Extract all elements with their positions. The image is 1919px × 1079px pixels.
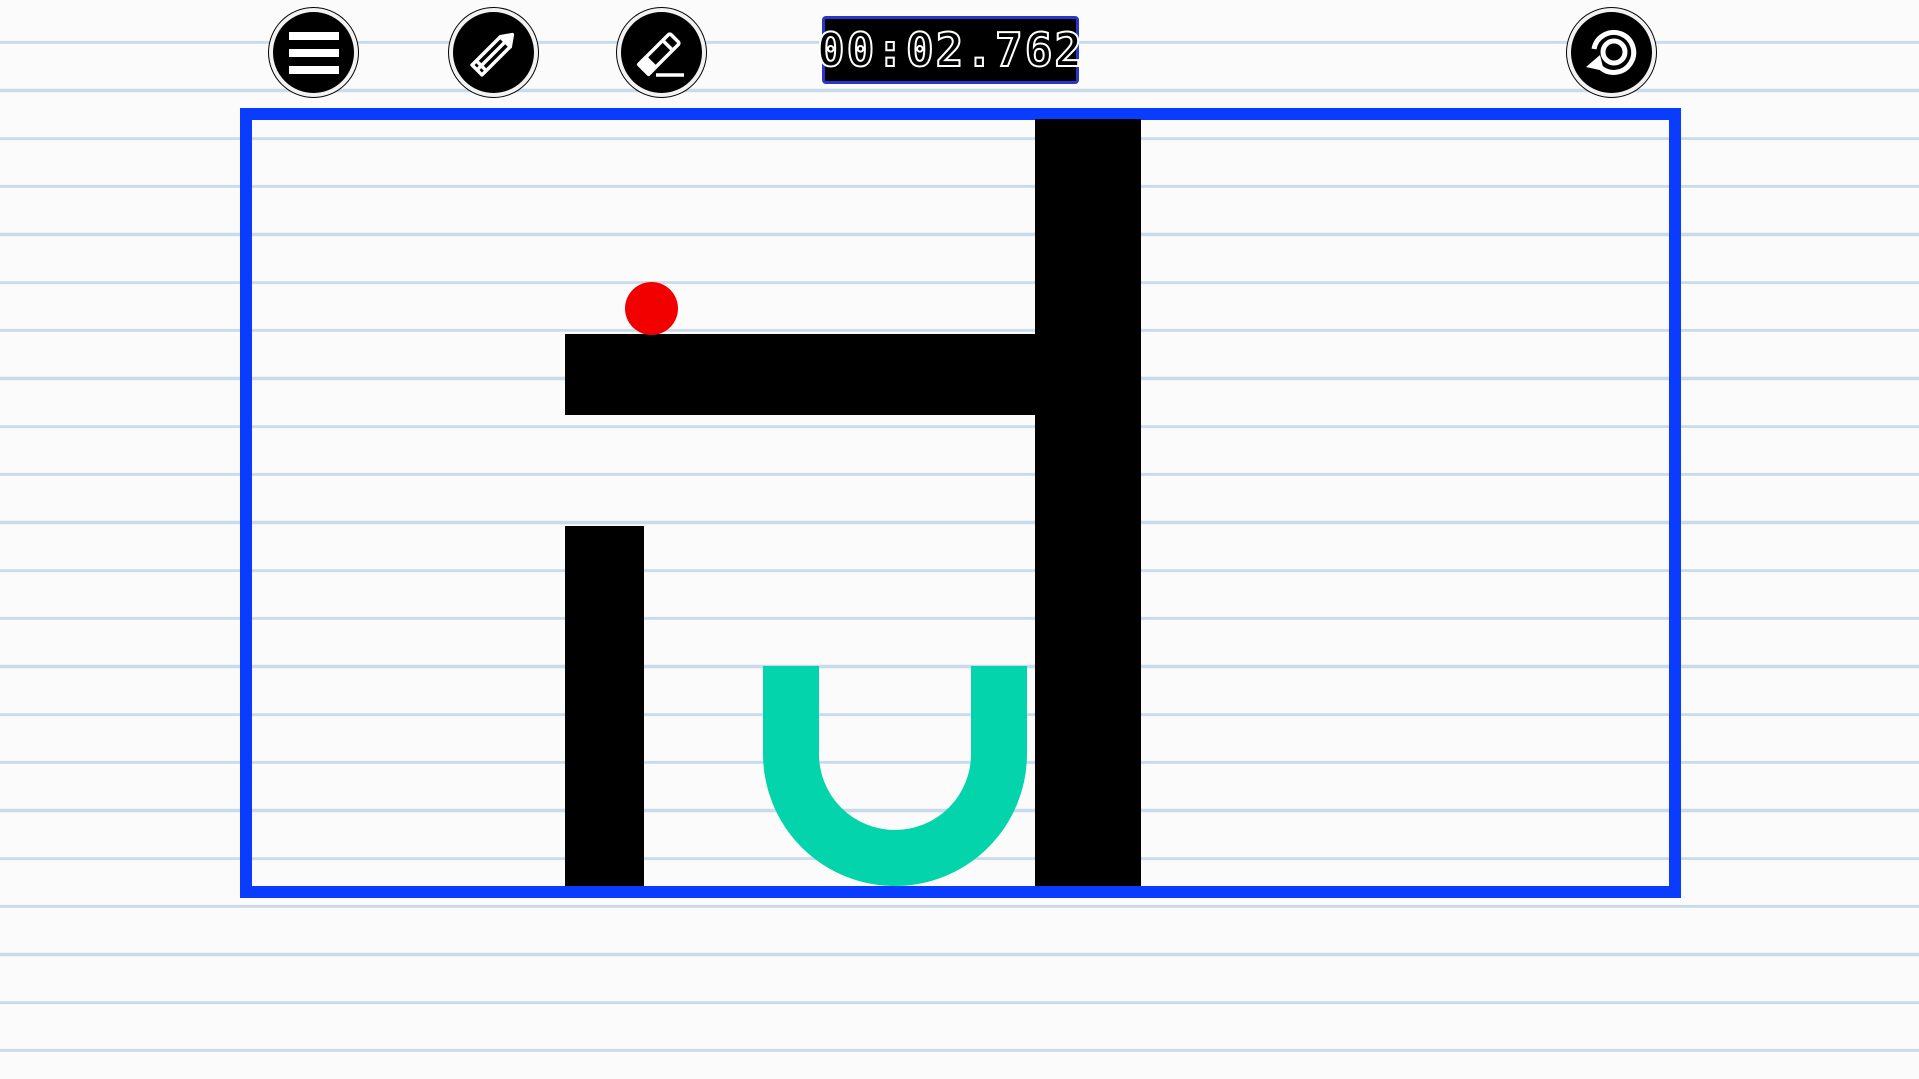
pencil-button[interactable] — [449, 8, 538, 97]
pencil-icon — [469, 32, 514, 77]
hamburger-menu-icon — [288, 31, 339, 74]
goal-cup — [763, 666, 1027, 886]
timer-value: 00:02.762 — [816, 23, 1085, 77]
restart-icon — [1585, 29, 1636, 75]
wall-vertical-left — [565, 526, 644, 886]
menu-button[interactable] — [269, 8, 358, 97]
restart-button[interactable] — [1567, 8, 1656, 97]
eraser-icon — [636, 31, 684, 77]
wall-vertical-right — [1035, 119, 1141, 886]
red-ball — [625, 282, 678, 335]
wall-horizontal-ledge — [565, 334, 1045, 415]
eraser-button[interactable] — [617, 8, 706, 97]
elapsed-timer: 00:02.762 — [816, 16, 1083, 84]
